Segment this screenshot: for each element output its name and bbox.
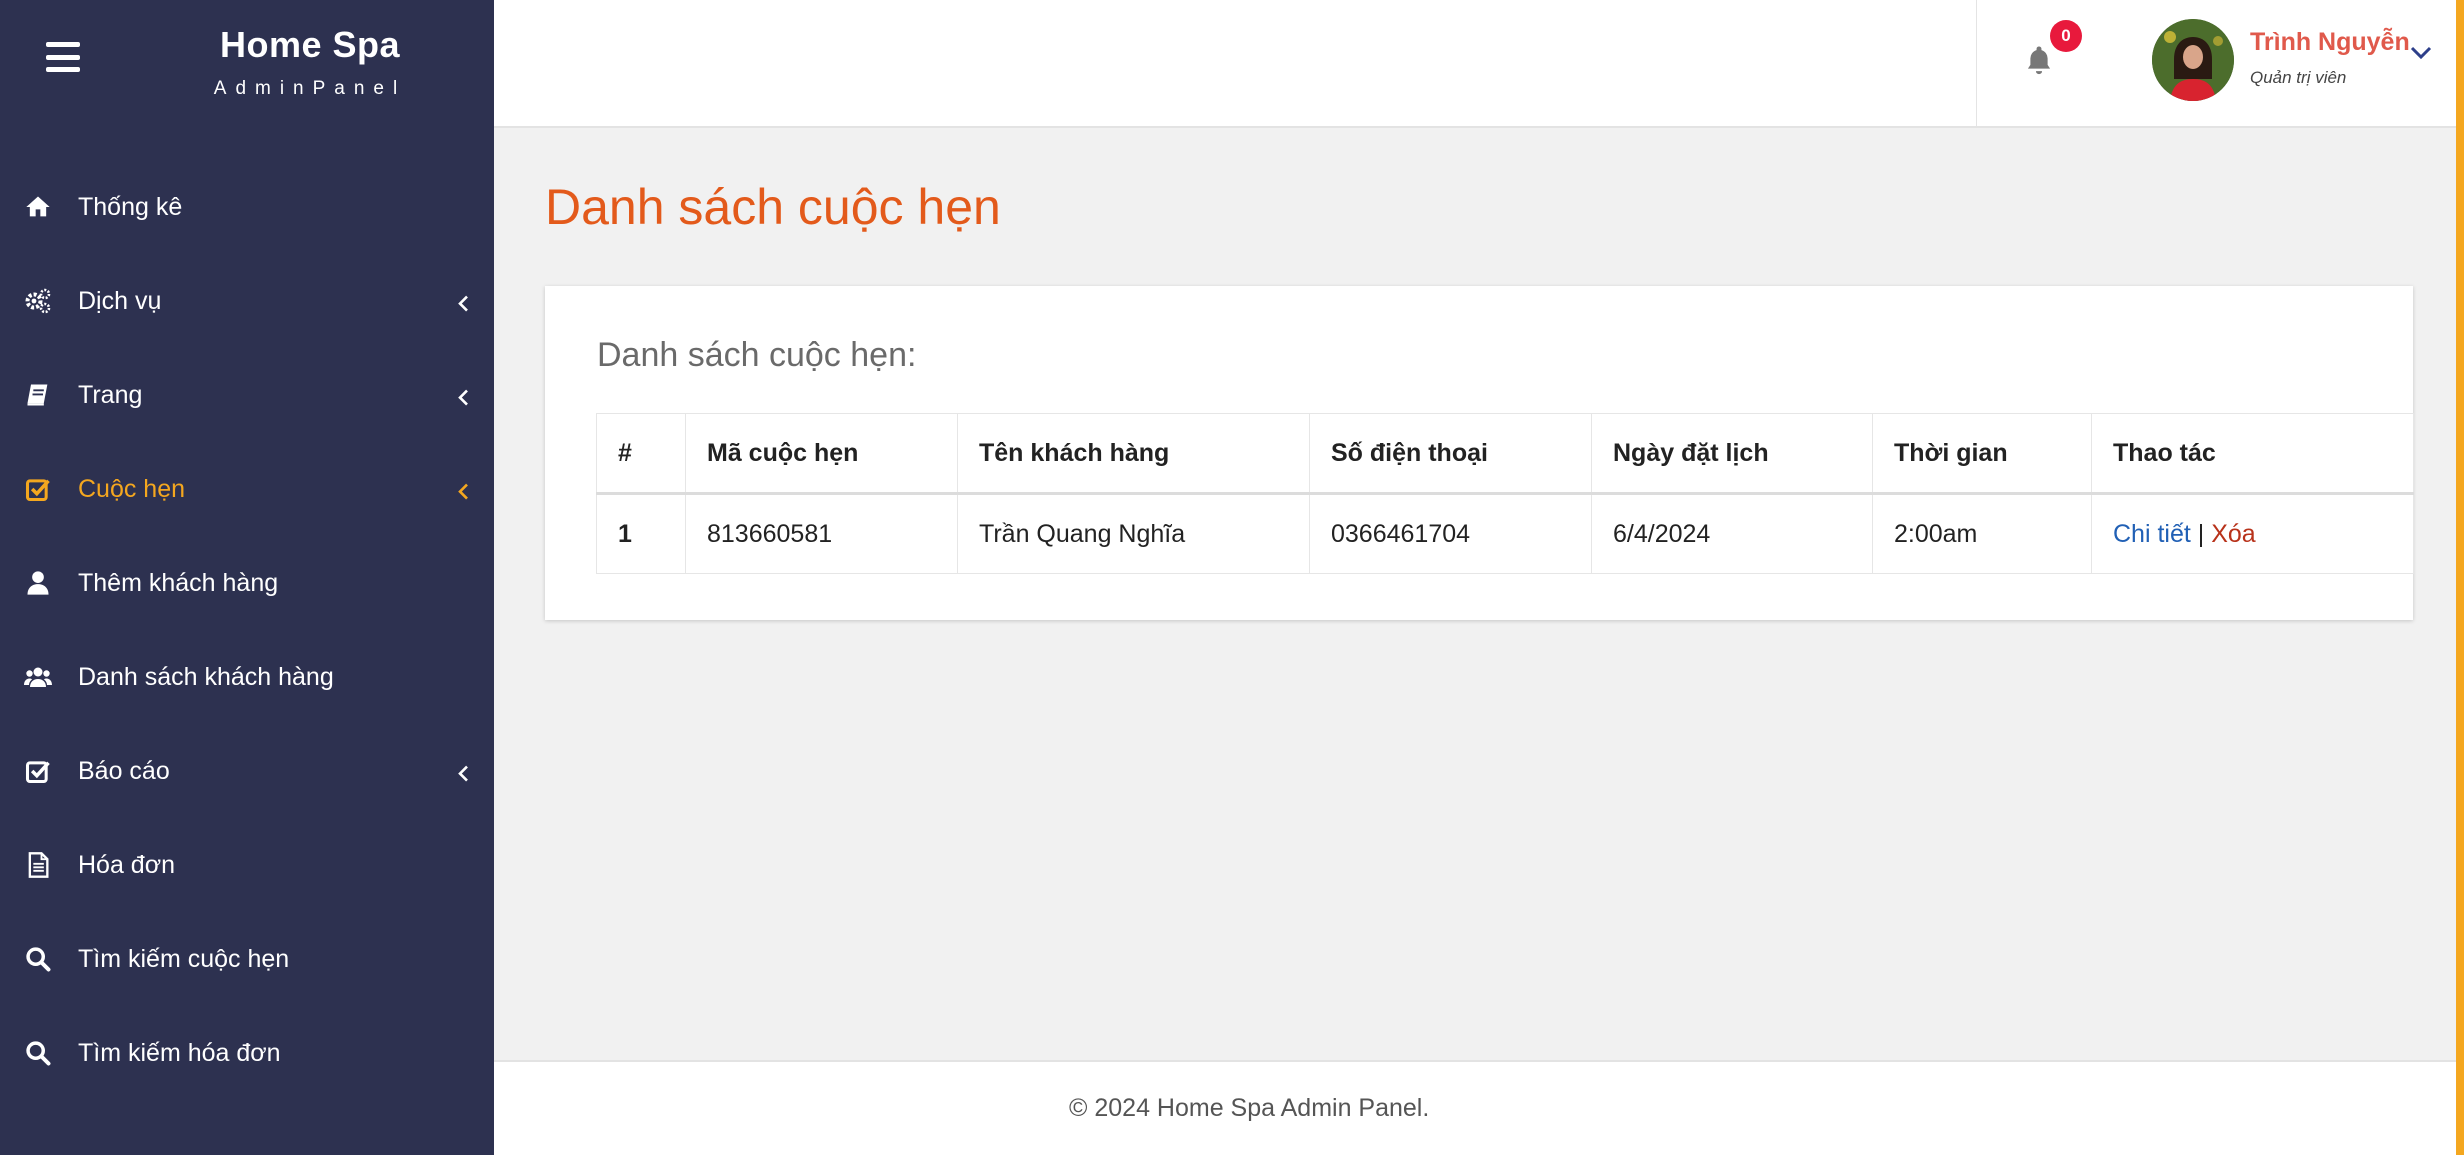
book-icon [24, 377, 60, 413]
user-name[interactable]: Trình Nguyễn [2250, 28, 2410, 57]
brand-subtitle: AdminPanel [213, 78, 407, 99]
page-title: Danh sách cuộc hẹn [545, 179, 1001, 235]
topbar: 0 Trình Nguyễn Quản trị viên [494, 0, 2456, 128]
table-row: 1 813660581 Trần Quang Nghĩa 0366461704 … [596, 493, 2414, 574]
sidebar-item-label: Báo cáo [78, 756, 170, 785]
search-icon [24, 1035, 60, 1071]
column-header: Mã cuộc hẹn [685, 413, 958, 495]
column-header: # [596, 413, 686, 495]
column-header: Tên khách hàng [957, 413, 1310, 495]
sidebar-item-label: Dịch vụ [78, 286, 162, 315]
sidebar: Home Spa AdminPanel Thống kê Dịch vụ Tra… [0, 0, 494, 1155]
footer: © 2024 Home Spa Admin Panel. [494, 1060, 2456, 1155]
cell-phone: 0366461704 [1309, 493, 1592, 574]
users-icon [24, 659, 60, 695]
cell-time: 2:00am [1872, 493, 2092, 574]
sidebar-item-tim-kiem-cuoc-hen[interactable]: Tìm kiếm cuộc hẹn [0, 912, 494, 1006]
right-accent-bar [2456, 0, 2464, 1155]
sidebar-item-label: Cuộc hẹn [78, 474, 186, 503]
user-role: Quản trị viên [2250, 68, 2347, 87]
check-square-icon [24, 471, 60, 507]
column-header: Ngày đặt lịch [1591, 413, 1873, 495]
cell-date: 6/4/2024 [1591, 493, 1873, 574]
sidebar-item-tim-kiem-hoa-don[interactable]: Tìm kiếm hóa đơn [0, 1006, 494, 1100]
sidebar-item-bao-cao[interactable]: Báo cáo [0, 724, 494, 818]
sidebar-item-them-khach-hang[interactable]: Thêm khách hàng [0, 536, 494, 630]
sidebar-item-label: Tìm kiếm hóa đơn [78, 1038, 281, 1067]
check-square-icon [24, 753, 60, 789]
chevron-left-icon [456, 763, 470, 782]
chevron-down-icon[interactable] [2408, 40, 2434, 66]
cell-code: 813660581 [685, 493, 958, 574]
sidebar-menu: Thống kê Dịch vụ Trang Cuộc hẹn Thêm khá… [0, 160, 494, 1100]
cell-index: 1 [596, 493, 686, 574]
bell-icon[interactable] [2024, 44, 2056, 78]
column-header: Số điện thoại [1309, 413, 1592, 495]
sidebar-item-label: Thêm khách hàng [78, 568, 279, 597]
topbar-divider [1976, 0, 1977, 126]
menu-toggle-icon[interactable] [46, 42, 80, 72]
home-icon [24, 189, 60, 225]
sidebar-item-hoa-don[interactable]: Hóa đơn [0, 818, 494, 912]
avatar[interactable] [2152, 19, 2234, 101]
sidebar-item-dich-vu[interactable]: Dịch vụ [0, 254, 494, 348]
column-header: Thời gian [1872, 413, 2092, 495]
sidebar-item-label: Thống kê [78, 192, 183, 221]
search-icon [24, 941, 60, 977]
table-header-row: # Mã cuộc hẹn Tên khách hàng Số điện tho… [596, 413, 2414, 495]
chevron-left-icon [456, 387, 470, 406]
user-icon [24, 565, 60, 601]
sidebar-item-trang[interactable]: Trang [0, 348, 494, 442]
sidebar-item-label: Trang [78, 380, 143, 409]
chevron-left-icon [456, 481, 470, 500]
appointments-card: Danh sách cuộc hẹn: # Mã cuộc hẹn Tên kh… [545, 286, 2414, 620]
card-title: Danh sách cuộc hẹn: [597, 336, 917, 374]
gears-icon [24, 283, 60, 319]
sidebar-item-thong-ke[interactable]: Thống kê [0, 160, 494, 254]
footer-text: © 2024 Home Spa Admin Panel. [1069, 1094, 1430, 1122]
sidebar-item-label: Hóa đơn [78, 850, 176, 879]
sidebar-item-label: Danh sách khách hàng [78, 662, 334, 691]
action-separator: | [2197, 519, 2205, 548]
sidebar-item-label: Tìm kiếm cuộc hẹn [78, 944, 290, 973]
chevron-left-icon [456, 293, 470, 312]
cell-customer: Trần Quang Nghĩa [957, 493, 1310, 574]
delete-link[interactable]: Xóa [2211, 520, 2255, 548]
brand-title: Home Spa [219, 24, 401, 65]
sidebar-item-danh-sach-khach-hang[interactable]: Danh sách khách hàng [0, 630, 494, 724]
notification-badge: 0 [2050, 20, 2082, 52]
column-header: Thao tác [2091, 413, 2414, 495]
file-text-icon [24, 847, 60, 883]
cell-actions: Chi tiết | Xóa [2091, 493, 2414, 574]
detail-link[interactable]: Chi tiết [2113, 520, 2191, 548]
appointments-table: # Mã cuộc hẹn Tên khách hàng Số điện tho… [596, 413, 2414, 574]
sidebar-item-cuoc-hen[interactable]: Cuộc hẹn [0, 442, 494, 536]
